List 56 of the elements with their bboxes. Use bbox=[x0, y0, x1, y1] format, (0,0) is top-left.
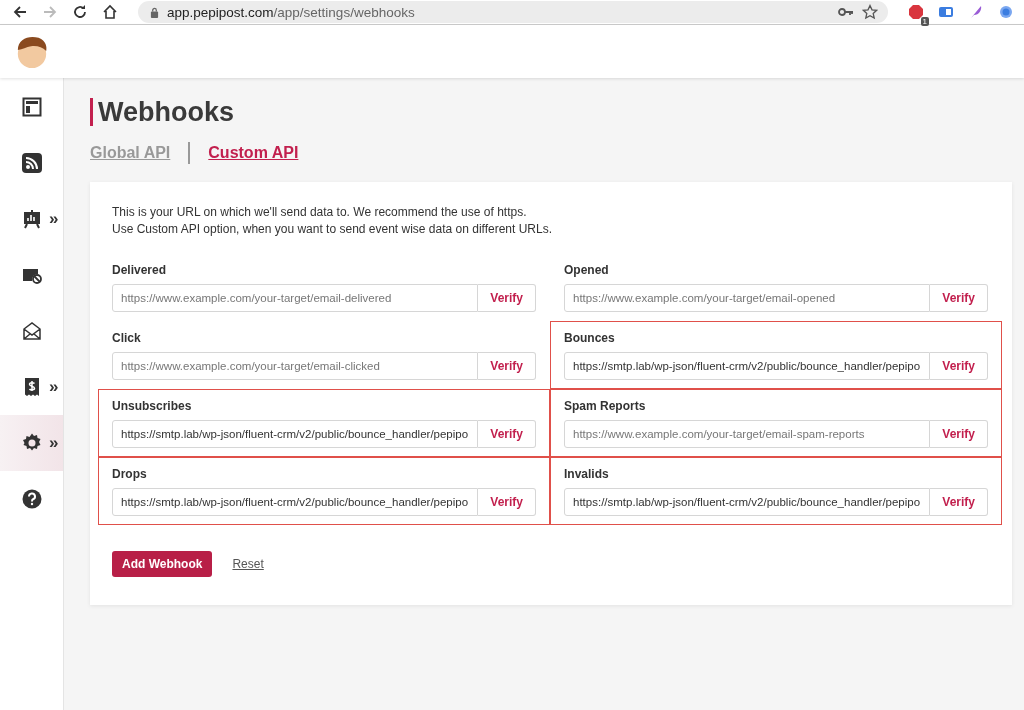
easel-chart-icon bbox=[22, 209, 42, 229]
field-label: Bounces bbox=[564, 331, 616, 345]
help-icon bbox=[22, 489, 42, 509]
extension-icon[interactable] bbox=[938, 4, 954, 20]
lock-icon bbox=[150, 6, 159, 18]
verify-button[interactable]: Verify bbox=[478, 352, 536, 380]
tab[interactable]: Custom API bbox=[208, 144, 299, 162]
sidebar-item[interactable]: » bbox=[0, 415, 63, 471]
field-label: Delivered bbox=[112, 263, 168, 277]
url-text: app.pepipost.com/app/settings/webhooks bbox=[167, 4, 415, 20]
field-label: Drops bbox=[112, 467, 148, 481]
intro-text: Use Custom API option, when you want to send event wise data on different URLs. bbox=[112, 221, 554, 238]
star-icon[interactable] bbox=[862, 4, 878, 20]
field-label: Unsubscribes bbox=[112, 399, 193, 413]
page-title: Webhooks bbox=[90, 98, 1012, 126]
back-icon[interactable] bbox=[12, 4, 28, 20]
home-icon[interactable] bbox=[102, 4, 118, 20]
url-input[interactable]: https://www.example.com/your-target/email-clicked bbox=[112, 352, 479, 380]
verify-button[interactable]: Verify bbox=[930, 352, 988, 380]
url-input[interactable]: https://smtp.lab/wp-json/fluent-crm/v2/public/bounce_handler/pepipo bbox=[112, 488, 479, 516]
field-label: Opened bbox=[564, 263, 610, 277]
stop-sign-icon[interactable] bbox=[908, 4, 924, 20]
extension-badge: 1 bbox=[920, 17, 929, 26]
feather-icon[interactable] bbox=[968, 4, 984, 20]
url-input[interactable]: https://smtp.lab/wp-json/fluent-crm/v2/public/bounce_handler/pepipo bbox=[112, 420, 479, 448]
open-envelope-icon bbox=[22, 321, 42, 341]
url-input[interactable]: https://smtp.lab/wp-json/fluent-crm/v2/public/bounce_handler/pepipo bbox=[564, 352, 931, 380]
verify-button[interactable]: Verify bbox=[930, 284, 988, 312]
field-label: Spam Reports bbox=[564, 399, 647, 413]
key-icon[interactable] bbox=[838, 7, 854, 17]
chevron: » bbox=[49, 209, 59, 229]
reload-icon[interactable] bbox=[72, 4, 88, 20]
settings-icon bbox=[22, 433, 42, 453]
intro-text: This is your URL on which we'll send data to. We recommend the use of https. bbox=[112, 204, 528, 221]
verify-button[interactable]: Verify bbox=[930, 488, 988, 516]
profile-icon[interactable] bbox=[998, 4, 1014, 20]
verify-button[interactable]: Verify bbox=[478, 284, 536, 312]
receipt-icon bbox=[22, 377, 42, 397]
reset-link[interactable]: Reset bbox=[232, 557, 264, 571]
url-input[interactable]: https://www.example.com/your-target/email-spam-reports bbox=[564, 420, 931, 448]
field-label: Click bbox=[112, 331, 142, 345]
chevron: » bbox=[49, 377, 59, 397]
dashboard-icon bbox=[22, 97, 42, 117]
sidebar-item[interactable]: » bbox=[0, 359, 63, 415]
chevron: » bbox=[49, 433, 59, 453]
add-webhook-button[interactable]: Add Webhook bbox=[112, 551, 213, 577]
verify-button[interactable]: Verify bbox=[478, 488, 536, 516]
field-label: Invalids bbox=[564, 467, 610, 481]
address-bar[interactable]: app.pepipost.com/app/settings/webhooks bbox=[138, 1, 888, 23]
url-input[interactable]: https://www.example.com/your-target/email-delivered bbox=[112, 284, 479, 312]
verify-button[interactable]: Verify bbox=[478, 420, 536, 448]
url-input[interactable]: https://smtp.lab/wp-json/fluent-crm/v2/public/bounce_handler/pepipo bbox=[564, 488, 931, 516]
verify-button[interactable]: Verify bbox=[930, 420, 988, 448]
url-input[interactable]: https://www.example.com/your-target/email-opened bbox=[564, 284, 931, 312]
rss-icon bbox=[22, 153, 42, 173]
sidebar-item[interactable]: » bbox=[0, 191, 63, 247]
